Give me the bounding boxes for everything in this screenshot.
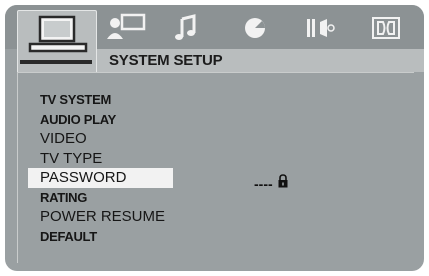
lock-icon: [278, 174, 288, 188]
tab-video[interactable]: [235, 13, 281, 43]
menu-item-default[interactable]: DEFAULT: [28, 227, 178, 247]
active-tab-indicator: [20, 60, 92, 64]
setup-menu: TV SYSTEM AUDIO PLAY VIDEO TV TYPE PASSW…: [28, 90, 178, 246]
user-screen-icon: [107, 13, 146, 39]
tab-speaker[interactable]: [303, 13, 349, 43]
menu-item-video[interactable]: VIDEO: [28, 129, 178, 149]
tab-dolby[interactable]: [370, 13, 416, 43]
tab-language[interactable]: [105, 13, 151, 43]
menu-item-tv-system[interactable]: TV SYSTEM: [28, 90, 178, 110]
title-bar: SYSTEM SETUP: [97, 49, 424, 72]
music-note-icon: [175, 14, 196, 40]
disc-icon: [245, 18, 265, 38]
speaker-icon: [307, 19, 335, 37]
menu-item-password[interactable]: PASSWORD: [28, 168, 173, 188]
menu-item-tv-type[interactable]: TV TYPE: [28, 149, 178, 169]
menu-item-power-resume[interactable]: POWER RESUME: [28, 207, 178, 227]
menu-item-audio-play[interactable]: AUDIO PLAY: [28, 110, 178, 130]
tab-audio[interactable]: [170, 13, 216, 43]
dolby-icon: [372, 17, 400, 39]
tv-monitor-icon: [28, 15, 88, 53]
menu-item-rating[interactable]: RATING: [28, 188, 178, 208]
password-value[interactable]: ----: [254, 176, 273, 192]
page-title: SYSTEM SETUP: [109, 52, 223, 69]
